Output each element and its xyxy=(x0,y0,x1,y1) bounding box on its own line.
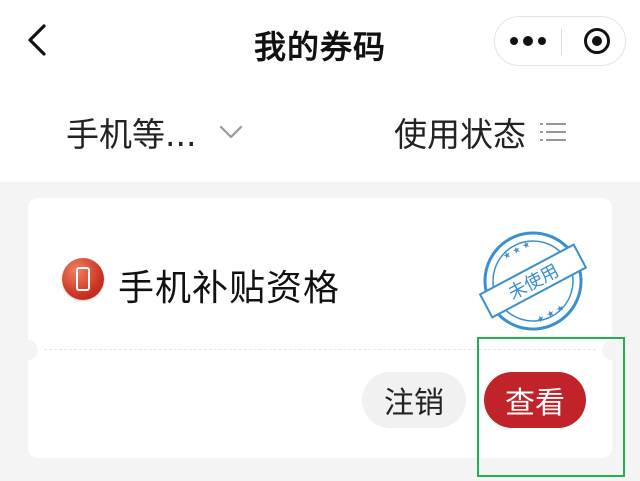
list-filter-icon xyxy=(540,123,566,141)
card-notch-left xyxy=(18,340,38,360)
highlight-box xyxy=(477,337,625,477)
navigation-bar: 我的券码 xyxy=(0,0,640,84)
more-dots-icon xyxy=(510,37,518,45)
more-button[interactable] xyxy=(495,17,561,65)
unused-stamp: ★ ★ ★ ★ ★ ★ 未使用 xyxy=(478,231,588,331)
chevron-down-icon xyxy=(220,125,243,139)
capsule-divider xyxy=(561,29,562,55)
category-filter-label: 手机等... xyxy=(66,115,197,154)
phone-icon xyxy=(62,258,104,300)
close-target-icon xyxy=(584,28,610,54)
cancel-button[interactable]: 注销 xyxy=(362,372,466,428)
category-filter[interactable]: 手机等... xyxy=(66,110,244,154)
status-filter-label: 使用状态 xyxy=(394,115,526,154)
filter-bar: 手机等... 使用状态 xyxy=(0,84,640,182)
svg-text:★ ★ ★: ★ ★ ★ xyxy=(535,303,566,326)
close-button[interactable] xyxy=(569,17,625,65)
status-filter[interactable]: 使用状态 xyxy=(394,110,566,154)
coupon-title: 手机补贴资格 xyxy=(118,268,341,309)
miniprogram-capsule xyxy=(494,16,626,66)
